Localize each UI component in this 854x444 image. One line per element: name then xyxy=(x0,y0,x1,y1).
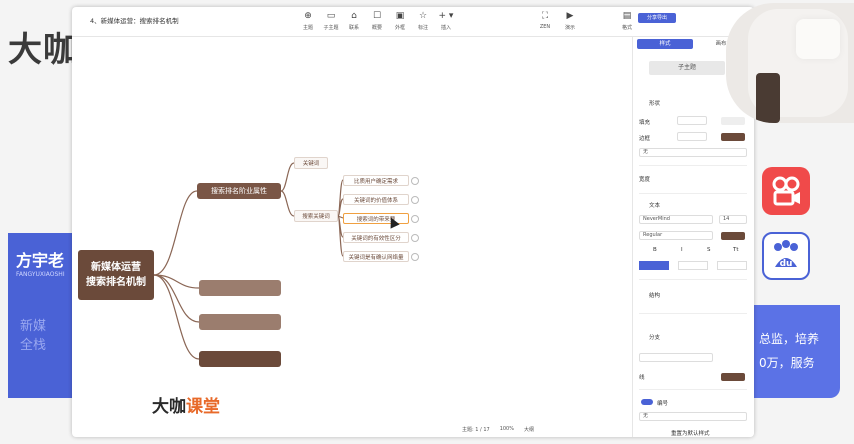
strikethrough-button[interactable]: S xyxy=(707,247,711,253)
fill-label: 填充 xyxy=(639,120,651,126)
presenter-role: 新媒全栈 xyxy=(20,319,47,353)
topic-button[interactable]: ⊕ 主题 xyxy=(297,10,319,31)
root-topic[interactable]: 新媒体运营 搜索排名机制 xyxy=(78,250,154,300)
numbering-toggle[interactable] xyxy=(641,399,653,405)
numbering-label: 编号 xyxy=(657,401,669,407)
mindmap-editor-window: 4、新媒体运营：搜索排名机制 ⊕ 主题 ▭ 子主题 ⌂ 联系 ☐ 概要 ▣ 外框… xyxy=(72,7,754,437)
format-button[interactable]: ▤ 格式 xyxy=(616,10,638,31)
align-left-button[interactable] xyxy=(639,261,669,270)
leaf-topic[interactable]: 比质用户确定需求 xyxy=(343,175,409,186)
svg-text:du: du xyxy=(780,259,793,269)
border-label: 边框 xyxy=(639,136,651,142)
fill-swatch[interactable] xyxy=(721,117,745,125)
intro-text: 总监，培养 0万，服务 xyxy=(759,332,820,370)
brand-logo: 大咖 xyxy=(8,30,78,70)
font-family-select[interactable]: NeverMind xyxy=(639,215,713,224)
fullscreen-icon: ⛶ xyxy=(541,11,549,21)
divider xyxy=(639,389,747,390)
summary-button[interactable]: ☐ 概要 xyxy=(366,10,388,31)
collapse-toggle[interactable] xyxy=(411,177,419,185)
main-topic-1[interactable]: 搜索排名阶业属性 xyxy=(197,183,281,199)
reset-style-link[interactable]: 重置为默认样式 xyxy=(671,429,710,437)
width-label: 宽度 xyxy=(639,177,651,183)
bold-button[interactable]: B xyxy=(653,247,657,253)
line-style-select[interactable] xyxy=(639,353,713,362)
leaf-topic[interactable]: 关键词的有效性区分 xyxy=(343,232,409,243)
collapse-toggle[interactable] xyxy=(411,234,419,242)
presenter-name: 方宇老 xyxy=(16,251,65,270)
border-swatch[interactable] xyxy=(721,133,745,141)
branch-color-swatch[interactable] xyxy=(721,373,745,381)
collapse-toggle[interactable] xyxy=(411,196,419,204)
italic-button[interactable]: I xyxy=(681,247,683,253)
kuaishou-icon xyxy=(762,167,810,215)
topic-icon: ⊕ xyxy=(304,11,312,21)
font-weight-select[interactable]: Regular xyxy=(639,231,713,240)
main-topic-2[interactable] xyxy=(199,280,281,296)
insert-button[interactable]: + ▾ 插入 xyxy=(435,10,457,31)
line-label: 线 xyxy=(639,375,645,381)
collapse-toggle[interactable] xyxy=(411,215,419,223)
plus-icon: + ▾ xyxy=(438,11,454,21)
toolbar: 4、新媒体运营：搜索排名机制 ⊕ 主题 ▭ 子主题 ⌂ 联系 ☐ 概要 ▣ 外框… xyxy=(72,7,754,37)
border-select[interactable] xyxy=(677,132,707,141)
webcam-presenter xyxy=(756,73,780,123)
subtopic-keyword[interactable]: 关键词 xyxy=(294,157,328,169)
subtopic-button[interactable]: ▭ 子主题 xyxy=(320,10,342,31)
webcam-overlay xyxy=(726,3,854,123)
text-color-swatch[interactable] xyxy=(721,232,745,240)
document-title: 4、新媒体运营：搜索排名机制 xyxy=(90,17,179,25)
main-topic-4[interactable] xyxy=(199,351,281,367)
boundary-icon: ▣ xyxy=(395,11,405,21)
branch-label: 分支 xyxy=(649,335,661,341)
divider xyxy=(639,279,747,280)
subtopic-icon: ▭ xyxy=(326,11,336,21)
border-style-select[interactable]: 无 xyxy=(639,148,747,157)
star-icon: ☆ xyxy=(418,11,428,21)
text-case-button[interactable]: Tt xyxy=(733,247,739,253)
format-panel-icon: ▤ xyxy=(622,11,632,21)
collapse-toggle[interactable] xyxy=(411,253,419,261)
present-button[interactable]: ▶ 演示 xyxy=(559,10,581,31)
align-center-button[interactable] xyxy=(678,261,708,270)
leaf-topic[interactable]: 关键词是有确认网络量 xyxy=(343,251,409,262)
font-size-select[interactable]: 14 xyxy=(719,215,747,224)
play-icon: ▶ xyxy=(566,11,574,21)
numbering-select[interactable]: 无 xyxy=(639,412,747,421)
fill-select[interactable] xyxy=(677,116,707,125)
mindmap-canvas[interactable]: 新媒体运营 搜索排名机制 搜索排名阶业属性 关键词 搜索关键词 比质用户确定需求… xyxy=(72,37,632,427)
relationship-button[interactable]: ⌂ 联系 xyxy=(343,10,365,31)
structure-label: 结构 xyxy=(649,293,661,299)
marker-button[interactable]: ☆ 标注 xyxy=(412,10,434,31)
presenter-name-en: FANGYUXIAOSHI xyxy=(16,271,65,278)
topic-count: 主题: 1 / 17 xyxy=(462,426,490,433)
zoom-level[interactable]: 100% xyxy=(500,426,514,432)
zen-button[interactable]: ⛶ ZEN xyxy=(534,10,556,30)
divider xyxy=(639,313,747,314)
leaf-topic[interactable]: 关键词的价值体系 xyxy=(343,194,409,205)
webcam-light xyxy=(796,19,840,59)
subtopic-search-keyword[interactable]: 搜索关键词 xyxy=(294,210,338,222)
text-label: 文本 xyxy=(649,203,661,209)
tab-style[interactable]: 样式 xyxy=(637,39,693,49)
shape-label: 形状 xyxy=(649,101,661,107)
share-export-button[interactable]: 分享导出 xyxy=(638,13,676,23)
divider xyxy=(639,165,747,166)
subtopic-style-button[interactable]: 子主题 xyxy=(649,61,725,75)
relationship-icon: ⌂ xyxy=(351,11,357,21)
baidu-icon: du xyxy=(762,232,810,280)
align-right-button[interactable] xyxy=(717,261,747,270)
outline-toggle[interactable]: 大纲 xyxy=(524,426,534,433)
divider xyxy=(639,193,747,194)
status-bar: 主题: 1 / 17 100% 大纲 xyxy=(462,423,632,435)
boundary-button[interactable]: ▣ 外框 xyxy=(389,10,411,31)
summary-icon: ☐ xyxy=(372,11,382,21)
main-topic-3[interactable] xyxy=(199,314,281,330)
bottom-logo: 大咖课堂 xyxy=(152,397,220,417)
